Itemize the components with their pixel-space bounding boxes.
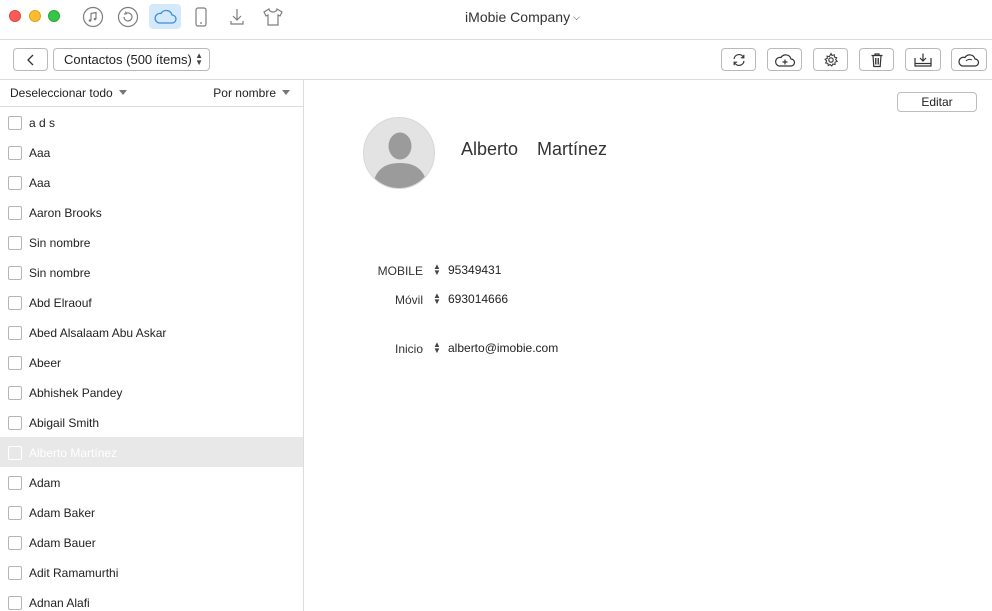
field-label: MOBILE — [377, 264, 423, 278]
sort-by-label: Por nombre — [213, 86, 276, 100]
category-selector-label: Contactos (500 ítems) — [64, 52, 192, 67]
contact-list-item[interactable]: Sin nombre — [0, 227, 303, 257]
to-device-icon — [914, 53, 932, 67]
contact-name: Adam Bauer — [29, 536, 96, 550]
contact-name: Adam Baker — [29, 506, 96, 520]
contact-name: Aaa — [29, 176, 51, 190]
device-name: iMobie Company — [465, 9, 571, 25]
contact-name: Alberto Martínez — [29, 446, 118, 460]
contact-list-item[interactable]: Adam Bauer — [0, 527, 303, 557]
contact-checkbox[interactable] — [8, 116, 22, 130]
field-type-selector[interactable]: ▲ ▼ — [433, 292, 441, 306]
chevron-left-icon — [26, 54, 33, 65]
contact-name: Sin nombre — [29, 236, 91, 250]
contact-list-item[interactable]: Adnan Alafi — [0, 587, 303, 611]
contact-checkbox[interactable] — [8, 386, 22, 400]
chevron-down-icon: ⌵ — [573, 12, 580, 22]
cloud-add-icon — [774, 53, 795, 67]
contact-checkbox[interactable] — [8, 596, 22, 610]
contact-name: Abeer — [29, 356, 62, 370]
settings-button[interactable] — [813, 48, 848, 71]
contact-list: a d s Aaa Aaa Aaron Brooks Sin nombre Sin nom… — [0, 107, 303, 611]
contact-list-item[interactable]: Aaa — [0, 167, 303, 197]
contact-name: Sin nombre — [29, 266, 91, 280]
cloud-sync-icon — [958, 53, 980, 67]
add-to-cloud-button[interactable] — [767, 48, 802, 71]
contact-name: Abed Alsalaam Abu Askar — [29, 326, 167, 340]
contact-last-name: Martínez — [537, 139, 608, 159]
trash-icon — [871, 52, 882, 67]
contact-checkbox[interactable] — [8, 296, 22, 310]
back-button[interactable] — [13, 48, 48, 71]
contact-name: Abd Elraouf — [29, 296, 92, 310]
up-down-icon: ▲ ▼ — [195, 51, 203, 67]
refresh-icon — [732, 53, 745, 66]
refresh-button[interactable] — [721, 48, 756, 71]
field-value: 693014666 — [448, 292, 509, 306]
contact-name: Abhishek Pandey — [29, 386, 123, 400]
contact-list-item[interactable]: Abeer — [0, 347, 303, 377]
title-bar: iMobie Company ⌵ — [0, 0, 992, 40]
contact-name: Aaron Brooks — [29, 206, 102, 220]
sort-by-dropdown[interactable]: Por nombre — [213, 86, 290, 100]
contact-first-name: Alberto — [461, 139, 519, 159]
contact-name: Abigail Smith — [29, 416, 100, 430]
field-type-selector[interactable]: ▲ ▼ — [433, 263, 441, 277]
dropdown-arrow-icon — [282, 90, 290, 95]
contact-list-item[interactable]: Abhishek Pandey — [0, 377, 303, 407]
contact-sidebar: Deseleccionar todo Por nombre a d s Aaa Aa… — [0, 80, 304, 611]
contact-list-item[interactable]: Alberto Martínez — [0, 437, 303, 467]
contact-checkbox[interactable] — [8, 446, 22, 460]
field-type-selector[interactable]: ▲ ▼ — [433, 341, 441, 355]
contact-checkbox[interactable] — [8, 146, 22, 160]
contact-list-item[interactable]: Abd Elraouf — [0, 287, 303, 317]
field-label: Inicio — [394, 342, 423, 356]
deselect-all-dropdown[interactable]: Deseleccionar todo — [10, 86, 127, 100]
contact-checkbox[interactable] — [8, 326, 22, 340]
contact-checkbox[interactable] — [8, 356, 22, 370]
device-title[interactable]: iMobie Company ⌵ — [0, 9, 992, 25]
contact-checkbox[interactable] — [8, 416, 22, 430]
contact-list-item[interactable]: Abigail Smith — [0, 407, 303, 437]
contact-name: Aaa — [29, 146, 51, 160]
contact-name: Adnan Alafi — [29, 596, 90, 610]
contact-name: Adam — [29, 476, 61, 490]
contact-checkbox[interactable] — [8, 566, 22, 580]
contact-checkbox[interactable] — [8, 506, 22, 520]
delete-button[interactable] — [859, 48, 894, 71]
contact-list-item[interactable]: Adam — [0, 467, 303, 497]
contact-list-item[interactable]: Aaron Brooks — [0, 197, 303, 227]
toolbar: Contactos (500 ítems) ▲ ▼ — [0, 40, 992, 80]
avatar — [363, 117, 435, 189]
dropdown-arrow-icon — [118, 90, 127, 95]
field-value: alberto@imobie.com — [448, 341, 559, 355]
category-selector[interactable]: Contactos (500 ítems) ▲ ▼ — [53, 48, 210, 71]
edit-button[interactable]: Editar — [897, 92, 977, 112]
contact-list-item[interactable]: a d s — [0, 107, 303, 137]
field-label: Móvil — [394, 293, 423, 307]
contact-checkbox[interactable] — [8, 176, 22, 190]
contact-checkbox[interactable] — [8, 236, 22, 250]
contact-list-item[interactable]: Adit Ramamurthi — [0, 557, 303, 587]
to-device-button[interactable] — [905, 48, 941, 71]
contact-detail: Editar Alberto Martínez MOBILE ▲ ▼ 953494… — [305, 80, 992, 611]
contact-name: a d s — [29, 116, 56, 130]
contact-checkbox[interactable] — [8, 206, 22, 220]
sort-bar: Deseleccionar todo Por nombre — [0, 80, 303, 107]
contact-name: Adit Ramamurthi — [29, 566, 119, 580]
field-value: 95349431 — [448, 263, 502, 277]
contact-checkbox[interactable] — [8, 266, 22, 280]
contact-list-item[interactable]: Abed Alsalaam Abu Askar — [0, 317, 303, 347]
contact-list-item[interactable]: Sin nombre — [0, 257, 303, 287]
contact-checkbox[interactable] — [8, 536, 22, 550]
contact-list-item[interactable]: Aaa — [0, 137, 303, 167]
gear-icon — [823, 51, 838, 67]
contact-checkbox[interactable] — [8, 476, 22, 490]
person-silhouette-icon — [372, 132, 428, 188]
deselect-all-label: Deseleccionar todo — [10, 86, 113, 100]
cloud-sync-button[interactable] — [951, 48, 987, 71]
contact-list-item[interactable]: Adam Baker — [0, 497, 303, 527]
